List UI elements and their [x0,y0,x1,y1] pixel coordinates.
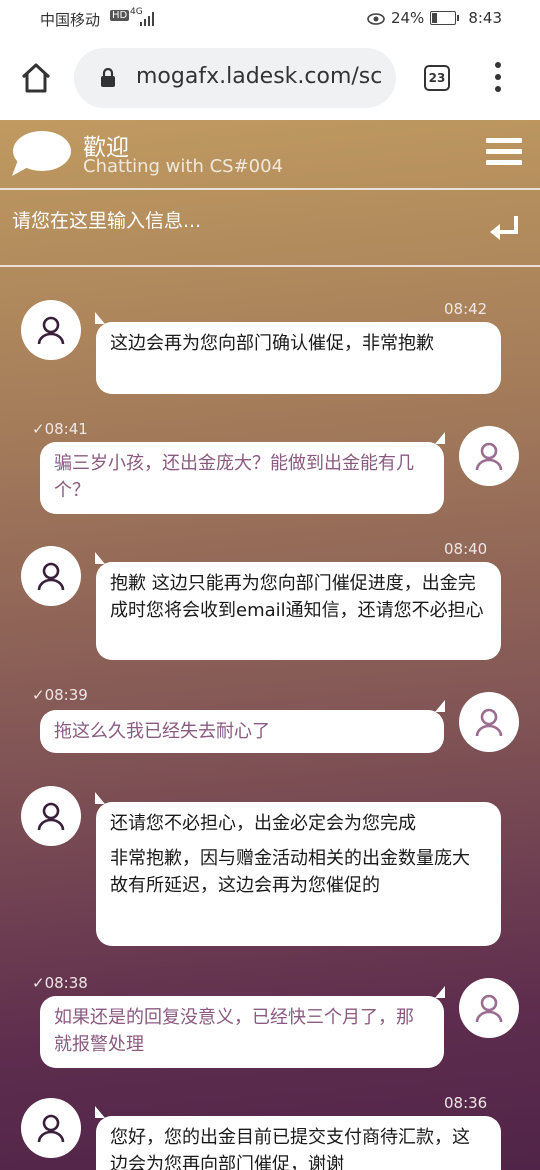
user-avatar [459,692,519,752]
clock: 8:43 [468,9,502,27]
message-text: 抱歉 这边只能再为您向部门催促进度，出金完成时您将会收到email通知信，还请您… [110,573,484,621]
agent-message-bubble: 还请您不必担心，出金必定会为您完成非常抱歉，因与赠金活动相关的出金数量庞大故有所… [95,792,501,946]
input-divider [0,265,540,267]
message-input[interactable]: 请您在这里输入信息... [12,206,201,233]
message-timestamp: ✓08:38 [32,974,88,992]
signal-icon [140,12,154,26]
user-icon [475,708,503,737]
eye-comfort-icon [367,13,385,25]
user-avatar [459,978,519,1038]
user-icon [37,562,65,591]
user-icon [37,1114,65,1143]
home-icon[interactable] [18,60,54,96]
message-timestamp: 08:42 [444,300,488,318]
agent-avatar [21,786,81,846]
message-text: 还请您不必担心，出金必定会为您完成 [110,813,416,834]
user-message-bubble: 骗三岁小孩，还出金庞大？能做到出金能有几个？ [40,432,445,514]
user-icon [37,802,65,831]
carrier-name: 中国移动 [40,11,101,29]
agent-avatar [21,546,81,606]
message-text: 拖这么久我已经失去耐心了 [54,721,270,742]
message-text: 如果还是的回复没意义，已经快三个月了，那就报警处理 [54,1007,414,1055]
status-bar: 中国移动 HD 4G 24% 8:43 [0,0,540,36]
agent-message-bubble: 这边会再为您向部门确认催促，非常抱歉 [95,312,501,394]
message-timestamp: 08:36 [444,1094,488,1112]
user-message-bubble: 如果还是的回复没意义，已经快三个月了，那就报警处理 [40,986,445,1068]
message-timestamp: 08:40 [444,540,488,558]
agent-message-bubble: 您好，您的出金目前已提交支付商待汇款，这边会为您再向部门催促，谢谢 [95,1106,501,1170]
url-text: mogafx.ladesk.com/sc [136,64,383,89]
user-avatar [459,426,519,486]
user-message-bubble: 拖这么久我已经失去耐心了 [40,700,445,753]
hd-badge: HD [110,10,130,21]
header-divider [0,188,540,190]
message-timestamp: ✓08:41 [32,420,88,438]
message-timestamp: ✓08:39 [32,686,88,704]
battery-percent: 24% [390,9,425,27]
user-icon [37,316,65,345]
browser-toolbar: mogafx.ladesk.com/sc 23 [0,36,540,120]
message-text: 这边会再为您向部门确认催促，非常抱歉 [110,333,434,354]
chat-panel: 歡迎 Chatting with CS#004 请您在这里输入信息... 08:… [0,120,540,1170]
address-bar[interactable]: mogafx.ladesk.com/sc [74,48,396,108]
more-options-icon[interactable] [490,62,506,94]
message-text: 非常抱歉，因与赠金活动相关的出金数量庞大故有所延迟，这边会再为您催促的 [110,848,470,896]
chat-header: 歡迎 Chatting with CS#004 [0,120,540,188]
agent-message-bubble: 抱歉 这边只能再为您向部门催促进度，出金完成时您将会收到email通知信，还请您… [95,552,501,660]
message-text: 您好，您的出金目前已提交支付商待汇款，这边会为您再向部门催促，谢谢 [110,1127,470,1170]
hamburger-menu-icon[interactable] [486,138,522,168]
user-icon [475,994,503,1023]
chat-subtitle: Chatting with CS#004 [83,156,284,177]
message-text: 骗三岁小孩，还出金庞大？能做到出金能有几个？ [54,453,414,501]
user-icon [475,442,503,471]
tab-switcher-button[interactable]: 23 [424,65,450,91]
chat-bubble-icon [12,131,71,176]
agent-avatar [21,1098,81,1158]
send-enter-icon[interactable] [488,214,522,244]
lock-icon [101,68,115,87]
battery-icon [430,11,460,25]
agent-avatar [21,300,81,360]
